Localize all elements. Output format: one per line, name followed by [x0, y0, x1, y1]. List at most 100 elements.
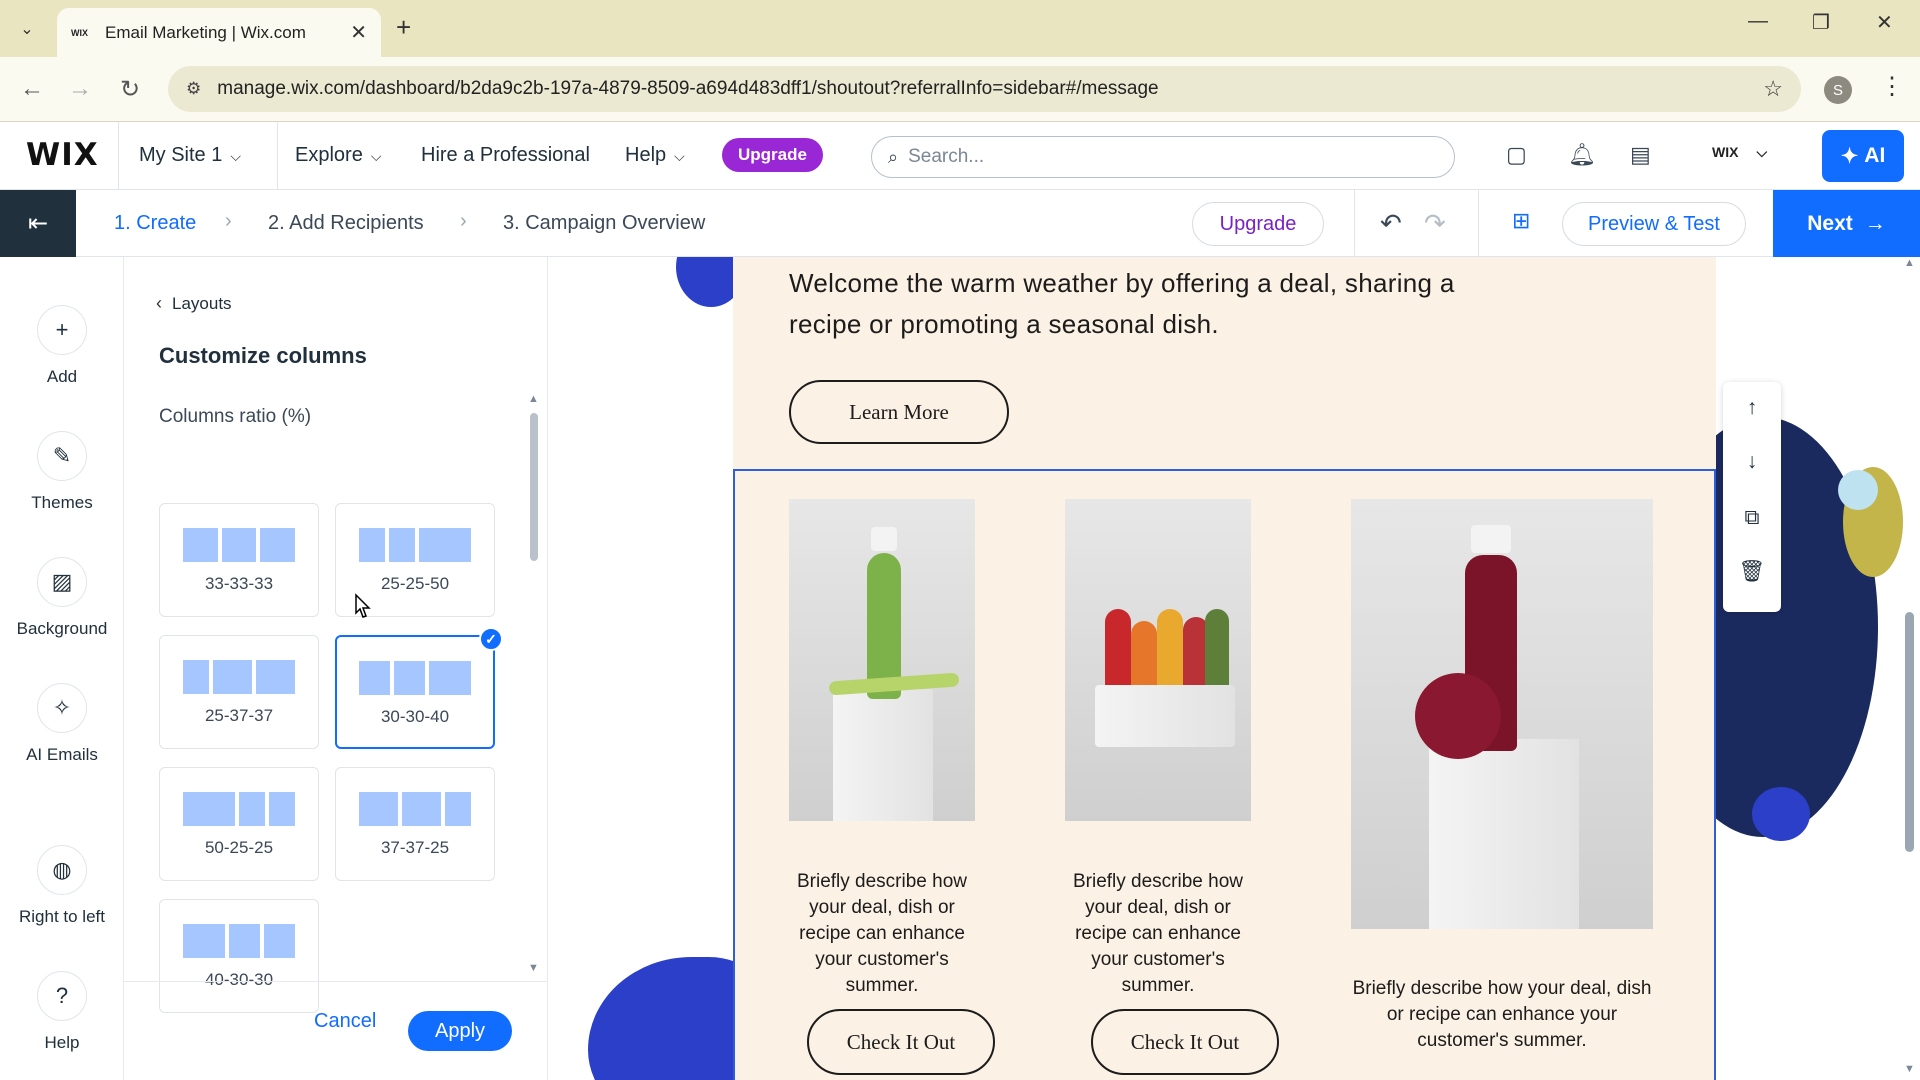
columns-section[interactable]: Briefly describe how your deal, dish or … — [733, 469, 1716, 1080]
step-campaign-overview[interactable]: 3. Campaign Overview — [503, 212, 705, 235]
browser-menu-icon[interactable]: ⋮ — [1880, 72, 1904, 101]
learn-more-button[interactable]: Learn More — [789, 380, 1009, 444]
site-pages-icon[interactable]: ▤ — [1630, 142, 1651, 168]
minimize-icon[interactable]: — — [1748, 10, 1768, 33]
column-3-text[interactable]: Briefly describe how your deal, dish or … — [1343, 976, 1661, 1054]
column-preview-bar — [389, 528, 415, 562]
help-menu[interactable]: Help ⌵ — [625, 144, 685, 167]
search-box[interactable]: ⌕ — [871, 136, 1455, 178]
hire-professional-link[interactable]: Hire a Professional — [421, 144, 590, 167]
header-divider — [118, 122, 119, 190]
cancel-button[interactable]: Cancel — [314, 1010, 376, 1033]
column-preview-bar — [256, 660, 295, 694]
reload-icon[interactable]: ↻ — [120, 75, 140, 104]
restore-icon[interactable]: ❐ — [1812, 10, 1830, 35]
check-it-out-button[interactable]: Check It Out — [807, 1009, 995, 1075]
scroll-up-arrow-icon[interactable]: ▲ — [528, 393, 539, 405]
column-preview-bar — [444, 792, 471, 826]
forward-arrow-icon[interactable]: → — [68, 75, 92, 103]
customize-columns-panel: ‹ Layouts Customize columns Columns ratio… — [124, 257, 548, 1080]
save-template-icon[interactable]: ⊞ — [1512, 208, 1530, 234]
column-preview-bar — [419, 528, 471, 562]
new-tab-icon[interactable]: + — [396, 12, 411, 42]
window-close-icon[interactable]: ✕ — [1876, 10, 1893, 35]
column-preview-bar — [269, 792, 295, 826]
delete-trash-icon[interactable]: 🗑︎ — [1723, 560, 1781, 584]
bookmark-star-icon[interactable]: ☆ — [1763, 76, 1783, 102]
column-ratio-option[interactable]: 33-33-33 — [159, 503, 319, 617]
rail-themes[interactable]: ✎ Themes — [0, 431, 124, 513]
scroll-up-arrow-icon[interactable]: ▲ — [1904, 257, 1915, 269]
back-to-layouts-link[interactable]: ‹ Layouts — [156, 293, 232, 314]
column-ratio-preview — [183, 660, 295, 694]
column-ratio-option[interactable]: 37-37-25 — [335, 767, 495, 881]
tab-title: Email Marketing | Wix.com — [105, 22, 306, 42]
explore-menu[interactable]: Explore ⌵ — [295, 144, 381, 167]
chevron-right-icon: › — [225, 210, 232, 232]
selected-check-icon: ✓ — [479, 627, 503, 651]
tab-close-icon[interactable]: ✕ — [350, 20, 367, 45]
rail-right-to-left[interactable]: ◍ Right to left — [0, 845, 124, 927]
product-image-beet-juice[interactable] — [1351, 499, 1653, 929]
column-1-text[interactable]: Briefly describe how your deal, dish or … — [781, 869, 983, 999]
wix-logo[interactable]: WIX — [26, 137, 99, 173]
ai-assistant-button[interactable]: ✦ AI — [1822, 130, 1904, 182]
column-ratio-label: 40-30-30 — [204, 970, 274, 989]
preview-test-button[interactable]: Preview & Test — [1562, 202, 1746, 246]
account-menu[interactable]: WIX ⌵ — [1712, 144, 1767, 161]
canvas-scrollbar-thumb[interactable] — [1905, 612, 1914, 852]
scroll-down-arrow-icon[interactable]: ▼ — [528, 962, 539, 974]
search-input[interactable] — [908, 146, 1438, 168]
back-label: Layouts — [172, 294, 232, 313]
next-button[interactable]: Next → — [1773, 190, 1920, 257]
site-info-icon[interactable]: ⚙ — [186, 79, 201, 99]
rail-ai-emails[interactable]: ✧ AI Emails — [0, 683, 124, 765]
rail-help[interactable]: ? Help — [0, 971, 124, 1053]
move-down-arrow-icon[interactable]: ↓ — [1723, 450, 1781, 474]
column-ratio-label: 33-33-33 — [204, 574, 274, 593]
redo-icon[interactable]: ↷ — [1424, 208, 1446, 239]
intro-text[interactable]: Welcome the warm weather by offering a d… — [789, 263, 1519, 345]
panel-scrollbar-thumb[interactable] — [530, 413, 538, 561]
scroll-down-arrow-icon[interactable]: ▼ — [1904, 1063, 1915, 1075]
profile-avatar[interactable]: S — [1824, 76, 1852, 104]
column-preview-bar — [183, 528, 218, 562]
notifications-bell-icon[interactable]: 🔔︎ — [1568, 142, 1596, 168]
step-create[interactable]: 1. Create — [114, 212, 196, 235]
browser-tab[interactable]: WIX Email Marketing | Wix.com ✕ — [57, 8, 381, 57]
column-preview-bar — [221, 528, 257, 562]
column-ratio-option[interactable]: 40-30-30 — [159, 899, 319, 1013]
move-up-arrow-icon[interactable]: ↑ — [1723, 396, 1781, 420]
site-selector[interactable]: My Site 1 ⌵ — [139, 144, 241, 167]
column-2-text[interactable]: Briefly describe how your deal, dish or … — [1057, 869, 1259, 999]
product-image-green-juice[interactable] — [789, 499, 975, 821]
column-preview-bar — [394, 661, 426, 695]
rail-background[interactable]: ▨ Background — [0, 557, 124, 639]
back-arrow-icon[interactable]: ← — [20, 75, 44, 103]
explore-label: Explore — [295, 144, 363, 166]
exit-editor-button[interactable]: ⇤ — [0, 190, 76, 257]
address-bar[interactable]: ⚙ manage.wix.com/dashboard/b2da9c2b-197a… — [168, 66, 1801, 112]
apply-button[interactable]: Apply — [408, 1011, 512, 1051]
upgrade-button[interactable]: Upgrade — [722, 138, 823, 172]
rail-add[interactable]: + Add — [0, 305, 124, 387]
column-ratio-option[interactable]: 25-37-37 — [159, 635, 319, 749]
rail-background-label: Background — [16, 619, 108, 638]
upgrade-outline-button[interactable]: Upgrade — [1192, 202, 1324, 246]
brush-icon: ✎ — [37, 431, 87, 481]
duplicate-icon[interactable]: ⧉ — [1723, 506, 1781, 530]
undo-icon[interactable]: ↶ — [1380, 208, 1402, 239]
check-it-out-button[interactable]: Check It Out — [1091, 1009, 1279, 1075]
chat-icon[interactable]: ▢ — [1506, 142, 1527, 168]
product-image-juice-pack[interactable] — [1065, 499, 1251, 821]
rail-themes-label: Themes — [31, 493, 93, 512]
column-ratio-option[interactable]: 30-30-40 ✓ — [335, 627, 503, 749]
step-add-recipients[interactable]: 2. Add Recipients — [268, 212, 424, 235]
column-ratio-option[interactable]: 50-25-25 — [159, 767, 319, 881]
tab-search-icon[interactable]: ⌄ — [10, 12, 44, 46]
decorative-blob — [1838, 470, 1878, 510]
ai-label: AI — [1864, 144, 1886, 167]
column-ratio-preview — [359, 792, 471, 826]
url-text[interactable]: manage.wix.com/dashboard/b2da9c2b-197a-4… — [217, 78, 1763, 100]
globe-icon: ◍ — [37, 845, 87, 895]
